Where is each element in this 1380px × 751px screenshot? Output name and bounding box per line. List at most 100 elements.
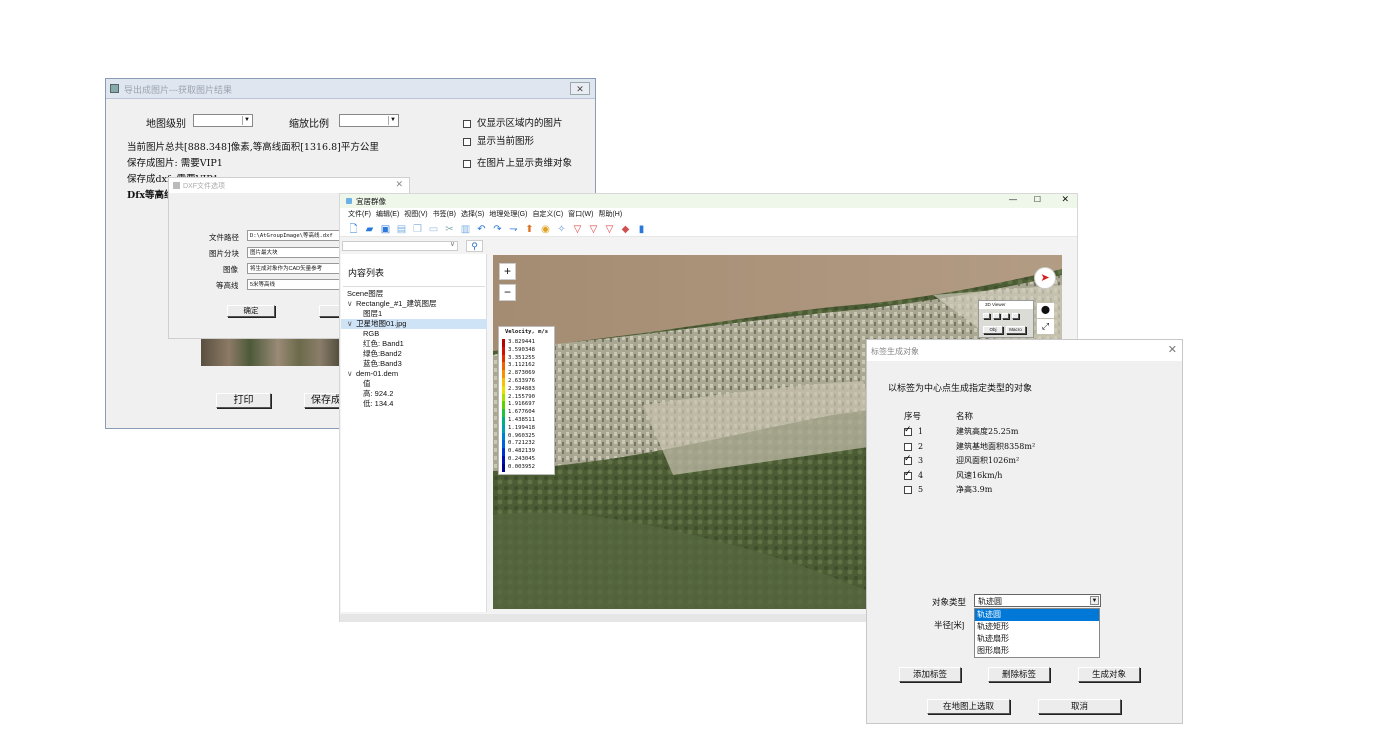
search-input[interactable]: ∨ — [342, 241, 458, 251]
arrow-icon[interactable]: ⇁ — [508, 224, 519, 235]
menu-item[interactable]: 视图(V) — [404, 211, 427, 218]
legend-value: 0.003952 — [508, 463, 535, 470]
menu-item[interactable]: 书签(B) — [433, 211, 456, 218]
undo-icon[interactable]: ↶ — [476, 224, 487, 235]
menu-item[interactable]: 地理处理(G) — [489, 211, 527, 218]
type-option[interactable]: 轨迹圆 — [975, 609, 1099, 621]
label-dialog-titlebar[interactable]: 标签生成对象 ✕ — [867, 340, 1182, 361]
tree-item[interactable]: 高: 924.2 — [347, 389, 487, 399]
mini-tool-icon[interactable] — [992, 313, 1000, 319]
label-checkbox[interactable] — [904, 442, 912, 451]
mini-tool-icon[interactable] — [1002, 313, 1010, 319]
menu-item[interactable]: 窗口(W) — [568, 211, 593, 218]
label-row[interactable]: 2 建筑基地面积8358m² — [904, 441, 1035, 452]
label-checkbox[interactable] — [904, 486, 912, 494]
label-row[interactable]: 5 净高3.9m — [904, 484, 992, 495]
mini-tool-icon[interactable] — [983, 313, 990, 319]
tree-item[interactable]: ∨ dem-01.dem — [347, 369, 487, 379]
export-dialog-titlebar[interactable]: 导出成图片---获取图片结果 ✕ — [106, 79, 595, 99]
tree-toggle[interactable]: ∨ — [347, 299, 356, 309]
tree-item[interactable]: 蓝色:Band3 — [347, 359, 487, 369]
filter3-icon[interactable]: ▽ — [604, 224, 615, 235]
cb-region-only[interactable]: 仅显示区域内的图片 — [463, 115, 563, 129]
cb-show-shapes[interactable]: 显示当前图形 — [463, 133, 534, 147]
label-checkbox[interactable] — [904, 454, 912, 465]
minimize-icon[interactable]: — — [1009, 195, 1017, 204]
search-button[interactable]: ⚲ — [466, 240, 483, 252]
tree-item[interactable]: 图层1 — [347, 309, 487, 319]
content-panel: 内容列表 Scene图层 ∨ Rectangle_#1_建筑图层 图层1 ∨ 卫星地图01… — [341, 254, 487, 612]
cb-show-3d[interactable]: 在图片上显示贵维对象 — [463, 155, 572, 169]
location-pin-icon[interactable]: ⬤ — [1037, 303, 1054, 318]
label-row[interactable]: 4 风速16km/h — [904, 469, 1002, 481]
checkbox[interactable] — [463, 119, 471, 128]
tree-item[interactable]: 值 — [347, 379, 487, 389]
generate-object-button[interactable]: 生成对象 — [1078, 667, 1140, 682]
add-label-button[interactable]: 添加标签 — [899, 667, 961, 682]
pick-on-map-button[interactable]: 在地图上选取 — [927, 699, 1010, 714]
menu-item[interactable]: 帮助(H) — [598, 211, 622, 218]
tree-toggle[interactable]: ∨ — [347, 319, 356, 329]
star-icon[interactable]: ✧ — [556, 224, 567, 235]
label-checkbox[interactable] — [904, 469, 912, 480]
tree-item[interactable]: 红色: Band1 — [347, 339, 487, 349]
open-folder-icon[interactable]: ▰ — [364, 224, 375, 235]
fullscreen-icon[interactable]: ⤢ — [1037, 319, 1054, 334]
mini-obj-button[interactable]: Obj — [983, 326, 1003, 334]
type-option[interactable]: 轨迹扇形 — [975, 633, 1099, 645]
type-option[interactable]: 图形扇形 — [975, 645, 1099, 657]
cut-icon[interactable]: ✂ — [444, 224, 455, 235]
map-level-select[interactable]: ▼ — [193, 114, 253, 127]
redo-icon[interactable]: ↷ — [492, 224, 503, 235]
zoom-out-button[interactable]: − — [499, 284, 516, 301]
close-icon[interactable]: ✕ — [1168, 343, 1177, 356]
label-row[interactable]: 1 建筑高度25.25m — [904, 425, 1019, 437]
label-checkbox[interactable] — [904, 425, 912, 436]
maximize-icon[interactable]: ☐ — [1034, 195, 1041, 204]
menu-item[interactable]: 选择(S) — [461, 211, 484, 218]
tree-item[interactable]: ∨ 卫星地图01.jpg — [341, 319, 487, 329]
label-cancel-button[interactable]: 取消 — [1038, 699, 1121, 714]
filter-icon[interactable]: ▽ — [572, 224, 583, 235]
close-icon[interactable]: ✕ — [395, 179, 403, 190]
mini-macro-button[interactable]: Macro — [1005, 326, 1026, 334]
marker-icon[interactable]: ◉ — [540, 224, 551, 235]
save-icon[interactable]: ▣ — [380, 224, 391, 235]
mini-tool-icon[interactable] — [1011, 313, 1019, 319]
tree-item[interactable]: RGB — [347, 329, 487, 339]
type-select[interactable]: 轨迹圆 ▼ — [974, 594, 1101, 607]
print-icon[interactable]: ▤ — [396, 224, 407, 235]
menu-item[interactable]: 文件(F) — [348, 211, 371, 218]
paste-icon[interactable]: ▭ — [428, 224, 439, 235]
label-row[interactable]: 3 迎风面积1026m² — [904, 454, 1019, 466]
dxf-ok-button[interactable]: 确定 — [227, 305, 275, 317]
pin-up-icon[interactable]: ⬆ — [524, 224, 535, 235]
tree-toggle[interactable]: ∨ — [347, 369, 356, 379]
filter2-icon[interactable]: ▽ — [588, 224, 599, 235]
scale-select[interactable]: ▼ — [339, 114, 399, 127]
new-file-icon[interactable]: 🗋 — [348, 224, 359, 235]
menu-item[interactable]: 编辑(E) — [376, 211, 399, 218]
tree-item[interactable]: ∨ Rectangle_#1_建筑图层 — [347, 299, 487, 309]
contour-label: 等高线 — [216, 281, 239, 290]
tree-item[interactable]: 绿色:Band2 — [347, 349, 487, 359]
tree-item[interactable]: 低: 134.4 — [347, 399, 487, 409]
type-option[interactable]: 轨迹矩形 — [975, 621, 1099, 633]
bookmark-icon[interactable]: ▮ — [636, 224, 647, 235]
compass-icon[interactable]: ➤ — [1034, 267, 1056, 289]
close-icon[interactable]: ✕ — [570, 82, 590, 95]
paint-icon[interactable]: ◆ — [620, 224, 631, 235]
delete-label-button[interactable]: 删除标签 — [988, 667, 1050, 682]
copy-icon[interactable]: ❐ — [412, 224, 423, 235]
print-button[interactable]: 打印 — [216, 393, 271, 408]
checkbox[interactable] — [463, 159, 471, 168]
zoom-in-button[interactable]: + — [499, 263, 516, 280]
menu-item[interactable]: 自定义(C) — [532, 211, 563, 218]
legend-swatch — [502, 339, 505, 347]
checkbox[interactable] — [463, 137, 471, 146]
close-icon[interactable]: ✕ — [1061, 194, 1069, 205]
tree-item[interactable]: Scene图层 — [347, 289, 487, 299]
dxf-dialog-titlebar[interactable]: DXF文件选项 ✕ — [169, 178, 409, 193]
main-titlebar[interactable]: 宜居群像 — ☐ ✕ — [340, 194, 1077, 208]
delete-icon[interactable]: ▥ — [460, 224, 471, 235]
